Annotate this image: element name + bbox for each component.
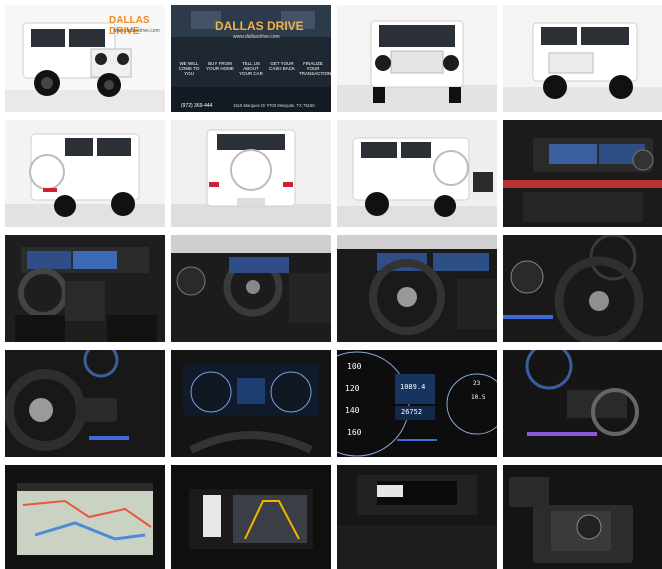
interior-dashboard-image: [503, 120, 662, 227]
speed-tick-120: 120: [345, 384, 360, 393]
photo-front-view[interactable]: [337, 5, 497, 112]
photo-wheel-controls[interactable]: [5, 350, 165, 457]
photo-front-three-quarter-branded[interactable]: DALLAS DRIVE www.dallasdrive.com: [5, 5, 165, 112]
photo-instrument-cluster[interactable]: [171, 350, 331, 457]
photo-ambient-lighting[interactable]: [503, 350, 662, 457]
promo-feature-1: WE WILL COME TO YOU: [178, 61, 200, 76]
photo-steering-wheel[interactable]: [337, 235, 497, 342]
photo-dealer-promo[interactable]: DALLAS DRIVE www.dallasdrive.com WE WILL…: [171, 5, 331, 112]
photo-gallery: DALLAS DRIVE www.dallasdrive.com DALLAS …: [0, 0, 662, 569]
navigation-map-image: [5, 465, 165, 569]
instrument-cluster-image: [171, 350, 331, 457]
brand-subtitle: www.dallasdrive.com: [113, 28, 160, 34]
wheel-controls-image: [5, 350, 165, 457]
photo-center-console[interactable]: [503, 465, 662, 569]
steering-closeup-image: [503, 235, 662, 342]
photo-rear-three-quarter[interactable]: [5, 120, 165, 227]
promo-feature-3: TELL US ABOUT YOUR CAR: [239, 61, 263, 76]
promo-address: 1515 Marquee Dr #700 Mesquite, TX 75150: [233, 103, 315, 108]
promo-brand-title: DALLAS DRIVE: [215, 19, 304, 33]
photo-speedometer-closeup[interactable]: 100 120 140 160 1089.4 26752 23 10.5: [337, 350, 497, 457]
suv-side-rear-image: [337, 120, 497, 227]
camera-screen-image: [171, 465, 331, 569]
suv-rear-image: [5, 120, 165, 227]
odometer-secondary: 26752: [401, 408, 423, 416]
promo-feature-2: BUY FROM YOUR HOME: [206, 61, 234, 71]
speed-tick-140: 140: [345, 406, 360, 415]
promo-feature-row: WE WILL COME TO YOU BUY FROM YOUR HOME T…: [175, 61, 331, 76]
photo-sunroof[interactable]: [337, 465, 497, 569]
cluster-right-value-2: 10.5: [471, 394, 486, 401]
photo-side-rear[interactable]: [337, 120, 497, 227]
suv-three-quarter-image: [503, 5, 662, 112]
cluster-right-value-1: 23: [473, 380, 481, 387]
promo-feature-5: FINALIZE YOUR TRANSACTION: [299, 61, 331, 76]
photo-interior-driver-seat[interactable]: [171, 235, 331, 342]
interior-driver-image: [171, 235, 331, 342]
photo-camera-screen[interactable]: [171, 465, 331, 569]
photo-interior-dashboard-side[interactable]: [503, 120, 662, 227]
sunroof-image: [337, 465, 497, 569]
center-console-image: [503, 465, 662, 569]
odometer-primary: 1089.4: [400, 383, 426, 391]
promo-brand-subtitle: www.dallasdrive.com: [233, 34, 280, 40]
photo-front-three-quarter[interactable]: [503, 5, 662, 112]
suv-rear-view-image: [171, 120, 331, 227]
promo-feature-4: GET YOUR CASH BACK: [268, 61, 295, 71]
photo-rear-view[interactable]: [171, 120, 331, 227]
steering-wheel-image: [337, 235, 497, 342]
interior-wide-image: [5, 235, 165, 342]
photo-interior-wide[interactable]: [5, 235, 165, 342]
photo-steering-closeup[interactable]: [503, 235, 662, 342]
speed-tick-160: 160: [347, 428, 362, 437]
promo-phone: (972) 369-444: [181, 103, 213, 109]
suv-front-view-image: [337, 5, 497, 112]
photo-navigation-screen[interactable]: [5, 465, 165, 569]
ambient-lighting-image: [503, 350, 662, 457]
speed-tick-100: 100: [347, 362, 362, 371]
